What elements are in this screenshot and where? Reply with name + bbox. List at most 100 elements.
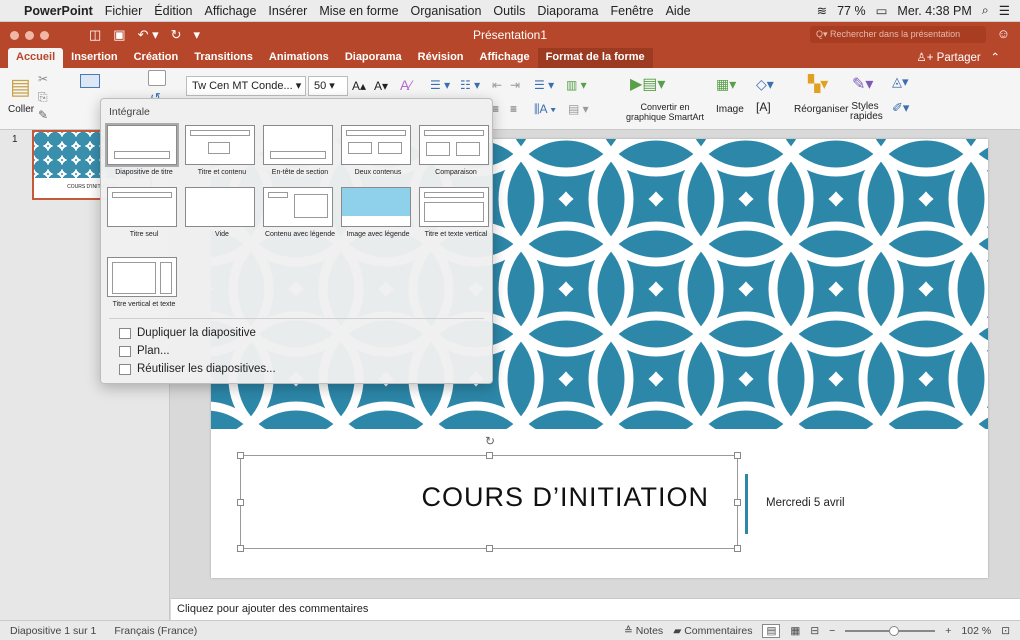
- paste-label[interactable]: Coller: [8, 104, 34, 115]
- customize-toolbar-icon[interactable]: ▾: [194, 27, 201, 43]
- battery-icon[interactable]: ▭: [876, 3, 888, 18]
- feedback-smiley-icon[interactable]: ☺: [997, 26, 1010, 41]
- textbox-icon[interactable]: [A]: [756, 100, 771, 114]
- paste-icon[interactable]: ▤: [10, 74, 31, 100]
- line-spacing-icon[interactable]: ☰ ▾: [534, 78, 554, 92]
- layout-option-en-tete-de-section[interactable]: En-tête de section: [263, 125, 337, 177]
- slide-title[interactable]: COURS D’INITIATION: [422, 482, 710, 513]
- align-text-icon[interactable]: ▤ ▾: [568, 102, 589, 116]
- notes-toggle-button[interactable]: ≙ Notes: [624, 625, 663, 637]
- redo-icon[interactable]: ↻: [171, 27, 182, 43]
- quick-styles-label[interactable]: Styles rapides: [850, 102, 883, 122]
- tab-accueil[interactable]: Accueil: [8, 48, 64, 68]
- shape-fill-icon[interactable]: ◬▾: [892, 74, 909, 90]
- font-name-select[interactable]: Tw Cen MT Conde... ▾: [186, 76, 306, 96]
- layout-option-comparaison[interactable]: Comparaison: [419, 125, 493, 177]
- tab-affichage[interactable]: Affichage: [472, 48, 538, 68]
- resize-handle[interactable]: [237, 545, 244, 552]
- wifi-icon[interactable]: ≋: [817, 3, 827, 18]
- decrease-font-icon[interactable]: A▾: [374, 79, 388, 93]
- tab-diaporama[interactable]: Diaporama: [337, 48, 410, 68]
- resize-handle[interactable]: [237, 452, 244, 459]
- normal-view-icon[interactable]: ▤: [762, 623, 781, 638]
- reading-view-icon[interactable]: ⊟: [810, 625, 819, 637]
- menu-item-reuse-slides[interactable]: Réutiliser les diapositives...: [119, 363, 276, 375]
- align-right-icon[interactable]: ≡: [492, 102, 499, 116]
- rotate-handle-icon[interactable]: ↻: [485, 434, 495, 448]
- shapes-icon[interactable]: ◇▾: [756, 76, 774, 93]
- layout-option-diapositive-de-titre[interactable]: Diapositive de titre: [105, 123, 181, 177]
- resize-handle[interactable]: [237, 499, 244, 506]
- save-icon[interactable]: ▣: [113, 27, 125, 43]
- shape-outline-icon[interactable]: ✐▾: [892, 100, 909, 116]
- zoom-slider-knob[interactable]: [889, 625, 900, 636]
- comments-toggle-button[interactable]: ▰ Commentaires: [673, 625, 752, 637]
- tab-revision[interactable]: Révision: [410, 48, 472, 68]
- search-input[interactable]: Q▾ Rechercher dans la présentation: [810, 26, 986, 43]
- tab-format-de-la-forme[interactable]: Format de la forme: [537, 48, 653, 68]
- notification-center-icon[interactable]: ☰: [999, 3, 1010, 18]
- quick-styles-icon[interactable]: ✎▾: [852, 74, 873, 94]
- resize-handle[interactable]: [734, 452, 741, 459]
- resize-handle[interactable]: [486, 545, 493, 552]
- clock[interactable]: Mer. 4:38 PM: [897, 4, 971, 18]
- battery-percent[interactable]: 77 %: [837, 4, 866, 18]
- resize-handle[interactable]: [734, 499, 741, 506]
- menu-aide[interactable]: Aide: [666, 4, 691, 18]
- layout-option-titre-et-texte-vertical[interactable]: Titre et texte vertical: [419, 187, 493, 239]
- menu-inserer[interactable]: Insérer: [268, 4, 307, 18]
- menu-diaporama[interactable]: Diaporama: [537, 4, 598, 18]
- format-painter-icon[interactable]: ✎: [38, 108, 48, 122]
- justify-icon[interactable]: ≡: [510, 102, 517, 116]
- bullets-icon[interactable]: ☰ ▾: [430, 78, 450, 92]
- menu-item-outline[interactable]: Plan...: [119, 345, 170, 357]
- menu-affichage[interactable]: Affichage: [205, 4, 257, 18]
- image-label[interactable]: Image: [716, 104, 744, 115]
- layout-option-titre-et-contenu[interactable]: Titre et contenu: [185, 125, 259, 177]
- layout-option-contenu-avec-legende[interactable]: Contenu avec légende: [263, 187, 337, 239]
- smartart-label[interactable]: Convertir en graphique SmartArt: [620, 102, 710, 122]
- arrange-icon[interactable]: ▚▾: [808, 74, 828, 94]
- spotlight-icon[interactable]: ⌕: [982, 3, 989, 18]
- decrease-indent-icon[interactable]: ⇤: [492, 78, 502, 92]
- layout-option-titre-seul[interactable]: Titre seul: [107, 187, 181, 239]
- notes-pane[interactable]: Cliquez pour ajouter des commentaires: [171, 598, 1020, 620]
- menu-app-name[interactable]: PowerPoint: [24, 4, 93, 18]
- text-direction-icon[interactable]: ⫼A ▾: [534, 102, 556, 117]
- minimize-window-button[interactable]: [25, 30, 34, 40]
- menu-mise-en-forme[interactable]: Mise en forme: [319, 4, 398, 18]
- share-button[interactable]: ♙+ Partager ⌃: [916, 50, 1000, 64]
- resize-handle[interactable]: [734, 545, 741, 552]
- menu-fenetre[interactable]: Fenêtre: [611, 4, 654, 18]
- arrange-label[interactable]: Réorganiser: [794, 104, 848, 115]
- menu-organisation[interactable]: Organisation: [411, 4, 482, 18]
- smartart-icon[interactable]: ▶▤▾: [630, 74, 665, 94]
- language-indicator[interactable]: Français (France): [114, 625, 197, 637]
- zoom-window-button[interactable]: [40, 30, 49, 40]
- tab-animations[interactable]: Animations: [261, 48, 337, 68]
- title-placeholder[interactable]: ↻ COURS D’INITIATION: [237, 434, 741, 552]
- menu-edition[interactable]: Édition: [154, 4, 192, 18]
- cut-icon[interactable]: ✂: [38, 72, 48, 86]
- numbering-icon[interactable]: ☷ ▾: [460, 78, 480, 92]
- tab-transitions[interactable]: Transitions: [186, 48, 261, 68]
- slide-subtitle-date[interactable]: Mercredi 5 avril: [766, 497, 845, 509]
- menu-outils[interactable]: Outils: [493, 4, 525, 18]
- close-window-button[interactable]: [10, 30, 19, 40]
- zoom-level[interactable]: 102 %: [961, 625, 991, 637]
- tab-insertion[interactable]: Insertion: [63, 48, 125, 68]
- resize-handle[interactable]: [486, 452, 493, 459]
- layout-option-vide[interactable]: Vide: [185, 187, 259, 239]
- undo-icon[interactable]: ↶ ▾: [138, 27, 159, 43]
- clear-format-icon[interactable]: A⁄: [400, 77, 412, 93]
- columns-icon[interactable]: ▥ ▾: [566, 78, 587, 92]
- new-slide-icon[interactable]: [80, 74, 100, 88]
- layout-icon[interactable]: [148, 70, 166, 86]
- layout-option-image-avec-legende[interactable]: Image avec légende: [341, 187, 415, 239]
- slide-sorter-view-icon[interactable]: ▦: [790, 625, 800, 637]
- increase-indent-icon[interactable]: ⇥: [510, 78, 520, 92]
- menu-item-duplicate-slide[interactable]: Dupliquer la diapositive: [119, 327, 256, 339]
- increase-font-icon[interactable]: A▴: [352, 79, 366, 93]
- layout-option-deux-contenus[interactable]: Deux contenus: [341, 125, 415, 177]
- layout-option-titre-vertical-et-texte[interactable]: Titre vertical et texte: [107, 257, 181, 309]
